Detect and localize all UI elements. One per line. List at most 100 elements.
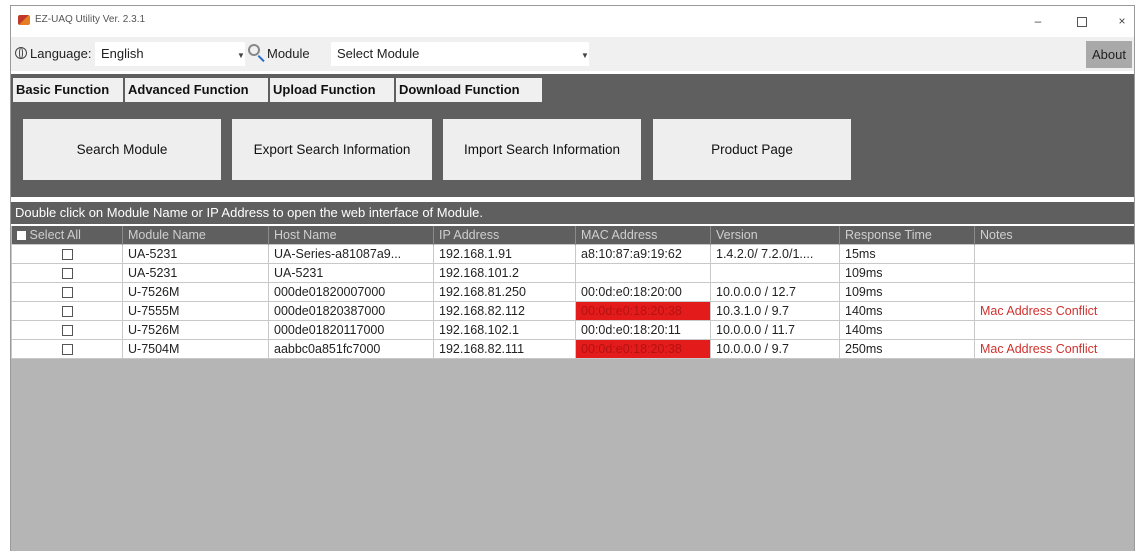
module-name-cell[interactable]: U-7526M [122, 320, 269, 340]
row-select-cell[interactable] [11, 244, 123, 264]
module-select[interactable]: Select Module [331, 42, 589, 66]
mac-address-conflict-cell: 00:0d:e0:18:20:38 [575, 339, 711, 359]
host-name-cell: 000de01820387000 [268, 301, 434, 321]
module-table: Select All Module Name Host Name IP Addr… [11, 226, 1134, 359]
table-header-row: Select All Module Name Host Name IP Addr… [11, 226, 1134, 245]
row-checkbox[interactable] [61, 287, 73, 299]
ip-address-cell[interactable]: 192.168.101.2 [433, 263, 576, 283]
mac-address-cell [575, 263, 711, 283]
host-name-cell: UA-5231 [268, 263, 434, 283]
version-cell: 10.3.1.0 / 9.7 [710, 301, 840, 321]
host-name-cell: 000de01820007000 [268, 282, 434, 302]
window-title: EZ-UAQ Utility Ver. 2.3.1 [35, 14, 146, 25]
version-cell: 1.4.2.0/ 7.2.0/1.... [710, 244, 840, 264]
ip-address-cell[interactable]: 192.168.102.1 [433, 320, 576, 340]
column-header-ip-address[interactable]: IP Address [433, 226, 576, 245]
ip-address-cell[interactable]: 192.168.81.250 [433, 282, 576, 302]
tab-download-function[interactable]: Download Function [396, 78, 542, 102]
chevron-down-icon[interactable]: ▼ [581, 51, 589, 60]
language-select[interactable]: English [95, 42, 245, 66]
module-name-cell[interactable]: U-7555M [122, 301, 269, 321]
response-time-cell: 140ms [839, 320, 975, 340]
tab-upload-function[interactable]: Upload Function [270, 78, 394, 102]
module-value: Select Module [337, 46, 420, 61]
column-header-notes[interactable]: Notes [974, 226, 1134, 245]
mac-address-cell: 00:0d:e0:18:20:00 [575, 282, 711, 302]
response-time-cell: 15ms [839, 244, 975, 264]
tab-advanced-function[interactable]: Advanced Function [125, 78, 268, 102]
notes-cell [974, 244, 1134, 264]
product-page-button[interactable]: Product Page [653, 119, 851, 180]
app-logo-icon [18, 15, 30, 25]
version-cell: 10.0.0.0 / 12.7 [710, 282, 840, 302]
globe-icon [15, 47, 27, 59]
export-search-information-button[interactable]: Export Search Information [232, 119, 432, 180]
tab-basic-function[interactable]: Basic Function [13, 78, 123, 102]
maximize-icon [1077, 16, 1087, 27]
chevron-down-icon[interactable]: ▼ [237, 51, 245, 60]
notes-cell: Mac Address Conflict [974, 301, 1134, 321]
module-name-cell[interactable]: UA-5231 [122, 244, 269, 264]
row-select-cell[interactable] [11, 301, 123, 321]
select-all-header[interactable]: Select All [11, 226, 123, 245]
table-row[interactable]: U-7526M 000de01820007000 192.168.81.250 … [11, 282, 1134, 302]
table-row[interactable]: U-7555M 000de01820387000 192.168.82.112 … [11, 301, 1134, 321]
module-name-cell[interactable]: U-7504M [122, 339, 269, 359]
row-checkbox[interactable] [61, 325, 73, 337]
column-header-mac-address[interactable]: MAC Address [575, 226, 711, 245]
mac-address-cell: a8:10:87:a9:19:62 [575, 244, 711, 264]
version-cell [710, 263, 840, 283]
ip-address-cell[interactable]: 192.168.82.112 [433, 301, 576, 321]
close-button[interactable]: × [1105, 10, 1134, 32]
table-row[interactable]: UA-5231 UA-5231 192.168.101.2 109ms [11, 263, 1134, 283]
row-select-cell[interactable] [11, 263, 123, 283]
notes-cell [974, 282, 1134, 302]
row-checkbox[interactable] [61, 344, 73, 356]
about-button[interactable]: About [1086, 41, 1132, 68]
row-checkbox[interactable] [61, 249, 73, 261]
column-header-response-time[interactable]: Response Time [839, 226, 975, 245]
hint-text: Double click on Module Name or IP Addres… [11, 202, 1134, 224]
module-label: Module [267, 46, 310, 61]
response-time-cell: 140ms [839, 301, 975, 321]
tab-bar: Basic Function Advanced Function Upload … [11, 74, 1134, 102]
search-icon [248, 44, 260, 56]
row-select-cell[interactable] [11, 320, 123, 340]
title-bar: EZ-UAQ Utility Ver. 2.3.1 – × [11, 6, 1134, 36]
maximize-button[interactable] [1065, 10, 1099, 32]
column-header-version[interactable]: Version [710, 226, 840, 245]
response-time-cell: 250ms [839, 339, 975, 359]
table-row[interactable]: U-7504M aabbc0a851fc7000 192.168.82.111 … [11, 339, 1134, 359]
search-module-button[interactable]: Search Module [23, 119, 221, 180]
module-table-area: Select All Module Name Host Name IP Addr… [11, 226, 1134, 551]
ip-address-cell[interactable]: 192.168.82.111 [433, 339, 576, 359]
column-header-label: Select All [29, 228, 81, 242]
notes-cell [974, 320, 1134, 340]
column-header-host-name[interactable]: Host Name [268, 226, 434, 245]
language-label: Language: [30, 46, 92, 61]
notes-cell [974, 263, 1134, 283]
row-checkbox[interactable] [61, 268, 73, 280]
action-toolbar: Search Module Export Search Information … [11, 102, 1134, 197]
column-header-module-name[interactable]: Module Name [122, 226, 269, 245]
app-window: EZ-UAQ Utility Ver. 2.3.1 – × Language: … [10, 5, 1135, 551]
response-time-cell: 109ms [839, 263, 975, 283]
select-all-checkbox[interactable] [16, 231, 26, 241]
response-time-cell: 109ms [839, 282, 975, 302]
table-row[interactable]: U-7526M 000de01820117000 192.168.102.1 0… [11, 320, 1134, 340]
import-search-information-button[interactable]: Import Search Information [443, 119, 641, 180]
notes-cell: Mac Address Conflict [974, 339, 1134, 359]
module-name-cell[interactable]: UA-5231 [122, 263, 269, 283]
minimize-button[interactable]: – [1021, 10, 1055, 32]
row-checkbox[interactable] [61, 306, 73, 318]
selector-bar: Language: English ▼ Module Select Module… [11, 37, 1134, 71]
row-select-cell[interactable] [11, 282, 123, 302]
mac-address-conflict-cell: 00:0d:e0:18:20:38 [575, 301, 711, 321]
row-select-cell[interactable] [11, 339, 123, 359]
table-row[interactable]: UA-5231 UA-Series-a81087a9... 192.168.1.… [11, 244, 1134, 264]
language-value: English [101, 46, 144, 61]
version-cell: 10.0.0.0 / 9.7 [710, 339, 840, 359]
version-cell: 10.0.0.0 / 11.7 [710, 320, 840, 340]
ip-address-cell[interactable]: 192.168.1.91 [433, 244, 576, 264]
module-name-cell[interactable]: U-7526M [122, 282, 269, 302]
